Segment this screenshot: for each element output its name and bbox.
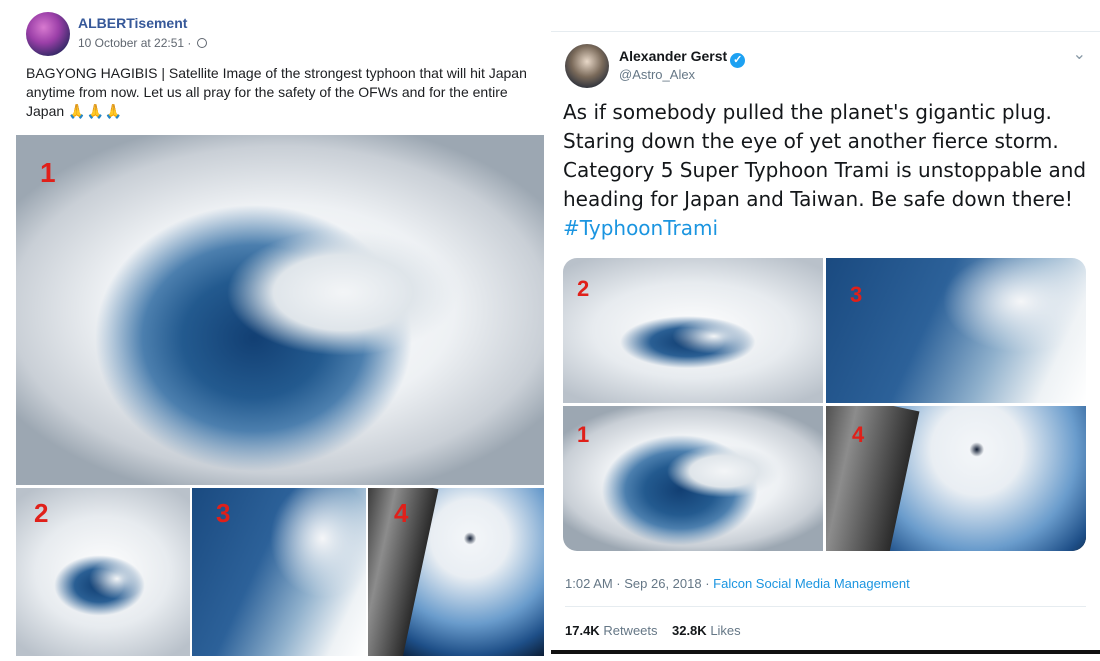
tweet-image-1[interactable]: 1 — [563, 406, 823, 551]
post-timestamp[interactable]: 10 October at 22:51 · — [78, 36, 207, 50]
globe-icon — [196, 38, 207, 48]
image-label: 4 — [852, 422, 865, 447]
author-name[interactable]: Alexander Gerst — [619, 48, 727, 64]
post-image-3[interactable]: 3 — [192, 488, 366, 656]
tweet-source[interactable]: Falcon Social Media Management — [713, 576, 910, 591]
tweet-image-4[interactable]: 4 — [826, 406, 1086, 551]
retweets-label: Retweets — [603, 623, 658, 638]
likes-label: Likes — [710, 623, 741, 638]
image-label: 2 — [34, 498, 49, 528]
tweet-text: As if somebody pulled the planet's gigan… — [563, 98, 1088, 243]
author-name[interactable]: ALBERTisement — [78, 15, 187, 31]
retweets-stat[interactable]: 17.4K Retweets — [565, 623, 658, 638]
likes-count: 32.8K — [671, 623, 707, 638]
author-avatar[interactable] — [565, 44, 609, 88]
facebook-post: ALBERTisement 10 October at 22:51 · BAGY… — [0, 0, 545, 661]
bottom-bar — [551, 650, 1100, 654]
image-label: 4 — [394, 498, 409, 528]
post-image-1[interactable]: 1 — [16, 135, 544, 485]
pray-emoji: 🙏🙏🙏 — [68, 103, 124, 119]
author-handle[interactable]: @Astro_Alex — [619, 67, 695, 82]
chevron-down-icon[interactable]: ⌄ — [1073, 44, 1086, 64]
tweet-stats: 17.4K Retweets 32.8K Likes — [565, 623, 741, 638]
tweet-meta: 1:02 AM · Sep 26, 2018 · Falcon Social M… — [565, 576, 910, 591]
post-text: BAGYONG HAGIBIS | Satellite Image of the… — [26, 64, 536, 121]
author-name-row[interactable]: Alexander Gerst ✓ — [619, 48, 746, 68]
image-label: 1 — [40, 157, 56, 188]
post-image-2[interactable]: 2 — [16, 488, 190, 656]
image-label: 2 — [577, 276, 590, 301]
tweet-timestamp[interactable]: 1:02 AM · Sep 26, 2018 · — [565, 576, 710, 591]
tweet: Alexander Gerst ✓ @Astro_Alex ⌄ As if som… — [551, 31, 1100, 654]
hashtag-link[interactable]: #TyphoonTrami — [563, 216, 718, 240]
post-image-4[interactable]: 4 — [368, 488, 544, 656]
tweet-image-2[interactable]: 2 — [563, 258, 823, 403]
image-label: 3 — [216, 498, 231, 528]
tweet-body: As if somebody pulled the planet's gigan… — [563, 100, 1087, 211]
image-label: 1 — [577, 422, 590, 447]
likes-stat[interactable]: 32.8K Likes — [672, 623, 741, 638]
divider — [565, 606, 1086, 607]
author-avatar[interactable] — [26, 12, 70, 56]
spacecraft-frame — [826, 406, 920, 551]
image-label: 3 — [850, 282, 863, 307]
timestamp-text[interactable]: 10 October at 22:51 · — [78, 36, 191, 50]
tweet-media-grid: 2 3 1 4 — [563, 258, 1086, 551]
tweet-image-3[interactable]: 3 — [826, 258, 1086, 403]
verified-icon: ✓ — [730, 53, 746, 68]
retweets-count: 17.4K — [565, 623, 600, 638]
